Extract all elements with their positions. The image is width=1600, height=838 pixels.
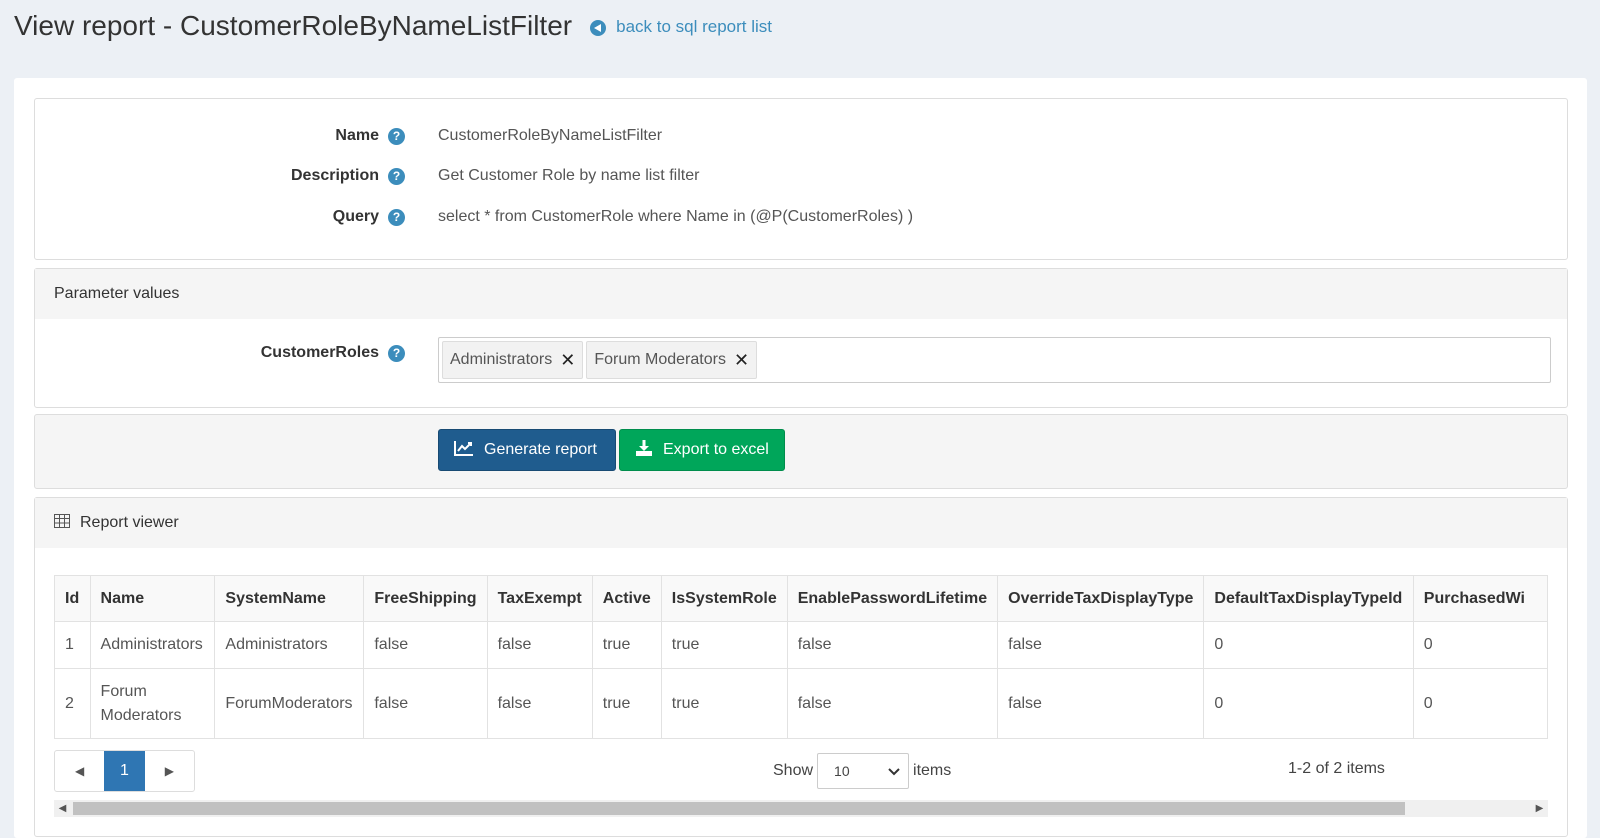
page-title: View report - CustomerRoleByNameListFilt…: [14, 10, 573, 41]
query-label: Query ?: [333, 208, 405, 226]
table-icon: [54, 513, 70, 533]
tag-label: Administrators: [450, 351, 553, 368]
remove-tag-icon[interactable]: ✕: [734, 350, 749, 371]
page-number-button[interactable]: 1: [104, 751, 145, 791]
table-cell: false: [786, 621, 999, 669]
chevron-down-icon: [888, 763, 900, 779]
table-cell: Administrators: [214, 621, 365, 669]
report-table: Id Name SystemName FreeShipping TaxExemp…: [54, 575, 1548, 739]
page-size-select[interactable]: 10: [817, 753, 910, 789]
tag-administrators: Administrators ✕: [442, 341, 584, 379]
table-row: 1 Administrators Administrators false fa…: [54, 621, 1548, 669]
back-link-label: back to sql report list: [616, 17, 773, 36]
help-icon[interactable]: ?: [388, 344, 405, 362]
generate-report-button[interactable]: Generate report: [438, 429, 616, 471]
column-header[interactable]: Id: [54, 575, 91, 622]
column-header[interactable]: Active: [591, 575, 662, 622]
arrow-left-circle-icon: [590, 20, 607, 36]
report-viewer-panel: Report viewer Id Name SystemName FreeShi…: [34, 497, 1568, 837]
customer-roles-label-text: CustomerRoles: [260, 344, 379, 361]
table-cell: 0: [1203, 668, 1414, 739]
items-label: items: [913, 762, 952, 779]
parameters-heading: Parameter values: [35, 269, 1567, 319]
name-row: Name ? CustomerRoleByNameListFilter: [35, 124, 1567, 148]
column-header[interactable]: OverrideTaxDisplayType: [997, 575, 1205, 622]
actions-panel: Generate report Export to excel: [34, 414, 1568, 489]
table-cell: false: [997, 621, 1205, 669]
column-header[interactable]: FreeShipping: [363, 575, 488, 622]
report-info-panel: Name ? CustomerRoleByNameListFilter Desc…: [34, 98, 1568, 260]
table-cell: true: [660, 668, 788, 739]
scroll-left-icon[interactable]: ◀: [54, 803, 71, 814]
name-label: Name ?: [335, 127, 405, 145]
page-size-value: 10: [834, 763, 850, 779]
customer-roles-multiselect[interactable]: Administrators ✕ Forum Moderators ✕: [438, 337, 1551, 383]
export-label: Export to excel: [663, 441, 769, 458]
column-header[interactable]: PurchasedWi: [1412, 575, 1548, 622]
customer-roles-label: CustomerRoles ?: [261, 344, 405, 362]
table-cell: 0: [1203, 621, 1414, 669]
report-viewer-title: Report viewer: [80, 514, 179, 531]
table-cell: true: [591, 621, 662, 669]
description-label: Description ?: [291, 167, 405, 185]
column-header[interactable]: SystemName: [214, 575, 365, 622]
generate-report-label: Generate report: [484, 441, 597, 458]
download-icon: [635, 439, 653, 461]
parameters-panel: Parameter values CustomerRoles ? Adminis…: [34, 268, 1568, 408]
scroll-right-icon[interactable]: ▶: [1531, 803, 1548, 814]
column-header[interactable]: EnablePasswordLifetime: [786, 575, 999, 622]
table-cell: false: [486, 668, 593, 739]
table-cell: false: [363, 668, 488, 739]
page-header: View report - CustomerRoleByNameListFilt…: [14, 10, 772, 42]
table-cell: true: [591, 668, 662, 739]
remove-tag-icon[interactable]: ✕: [560, 350, 575, 371]
description-value: Get Customer Role by name list filter: [438, 167, 700, 184]
line-chart-icon: [454, 440, 474, 461]
page-size-control: Show 10 items: [773, 750, 951, 792]
help-icon[interactable]: ?: [388, 167, 405, 185]
column-header[interactable]: Name: [89, 575, 216, 622]
table-cell: 1: [54, 621, 91, 669]
horizontal-scrollbar[interactable]: ◀ ▶: [54, 800, 1548, 817]
report-viewer-heading: Report viewer: [35, 498, 1567, 548]
table-cell: false: [486, 621, 593, 669]
table-cell: 2: [54, 668, 91, 739]
table-cell: 0: [1412, 668, 1548, 739]
query-row: Query ? select * from CustomerRole where…: [35, 205, 1567, 229]
next-page-button[interactable]: ▶: [145, 751, 194, 791]
back-to-list-link[interactable]: back to sql report list: [590, 17, 772, 37]
column-header[interactable]: TaxExempt: [486, 575, 593, 622]
column-header[interactable]: IsSystemRole: [660, 575, 788, 622]
table-cell: ForumModerators: [214, 668, 365, 739]
help-icon[interactable]: ?: [388, 127, 405, 145]
description-row: Description ? Get Customer Role by name …: [35, 164, 1567, 188]
table-cell: false: [786, 668, 999, 739]
query-label-text: Query: [332, 208, 379, 225]
name-label-text: Name: [335, 127, 379, 144]
column-header[interactable]: DefaultTaxDisplayTypeId: [1203, 575, 1414, 622]
table-cell: Administrators: [89, 621, 216, 669]
scrollbar-thumb[interactable]: [73, 802, 1405, 815]
export-to-excel-button[interactable]: Export to excel: [619, 429, 785, 471]
description-label-text: Description: [290, 167, 379, 184]
table-cell: false: [997, 668, 1205, 739]
report-table-container: Id Name SystemName FreeShipping TaxExemp…: [54, 575, 1548, 739]
table-cell: Forum Moderators: [89, 668, 216, 739]
help-icon[interactable]: ?: [388, 208, 405, 226]
table-cell: false: [363, 621, 488, 669]
table-row: 2 Forum Moderators ForumModerators false…: [54, 668, 1548, 739]
name-value: CustomerRoleByNameListFilter: [438, 127, 663, 144]
table-header-row: Id Name SystemName FreeShipping TaxExemp…: [54, 575, 1548, 622]
table-cell: 0: [1412, 621, 1548, 669]
query-value: select * from CustomerRole where Name in…: [438, 208, 914, 225]
show-label: Show: [773, 762, 814, 779]
pagination: ◀ 1 ▶: [54, 750, 195, 792]
prev-page-button[interactable]: ◀: [55, 751, 104, 791]
table-cell: true: [660, 621, 788, 669]
tag-label: Forum Moderators: [594, 351, 726, 368]
tag-forum-moderators: Forum Moderators ✕: [586, 341, 758, 379]
pager-info: 1-2 of 2 items: [1288, 760, 1385, 777]
